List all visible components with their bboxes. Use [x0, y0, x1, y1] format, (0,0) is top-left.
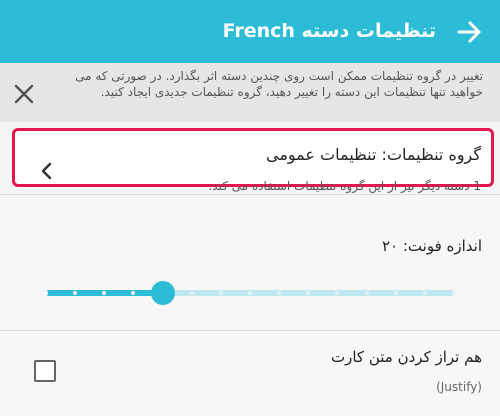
- slider-tick: [393, 291, 398, 295]
- slider-tick: [422, 291, 427, 295]
- settings-panel: اندازه فونت: ۲۰: [0, 194, 500, 416]
- slider-tick: [248, 291, 252, 295]
- chevron-left-icon: [41, 162, 52, 180]
- close-icon[interactable]: [11, 81, 37, 107]
- notice-text: تغییر در گروه تنظیمات ممکن است روی چندین…: [75, 69, 483, 99]
- slider-tick: [452, 291, 456, 295]
- settings-group-subtitle: 1 دسته دیگر نیز از این گروه تنظیمات استف…: [208, 179, 481, 193]
- page-title: تنظیمات دسته French: [222, 20, 436, 42]
- slider-tick: [189, 291, 194, 295]
- slider-tick: [44, 291, 48, 295]
- justify-label: هم تراز کردن متن کارت: [331, 348, 482, 366]
- slider-thumb[interactable]: [150, 281, 175, 305]
- slider-tick: [218, 291, 223, 295]
- slider-tick: [364, 291, 369, 295]
- justify-sublabel: (Justify): [436, 380, 482, 394]
- font-size-label: اندازه فونت: ۲۰: [381, 237, 482, 255]
- app-header: تنظیمات دسته French: [0, 0, 500, 63]
- divider: [0, 330, 500, 331]
- settings-group-title: گروه تنظیمات: تنظیمات عمومی: [265, 145, 481, 164]
- settings-group-card[interactable]: گروه تنظیمات: تنظیمات عمومی 1 دسته دیگر …: [12, 128, 494, 193]
- arrow-right-icon[interactable]: [452, 15, 486, 49]
- justify-checkbox[interactable]: [34, 360, 56, 382]
- font-size-slider[interactable]: [44, 281, 456, 305]
- notice-banner: تغییر در گروه تنظیمات ممکن است روی چندین…: [0, 63, 500, 122]
